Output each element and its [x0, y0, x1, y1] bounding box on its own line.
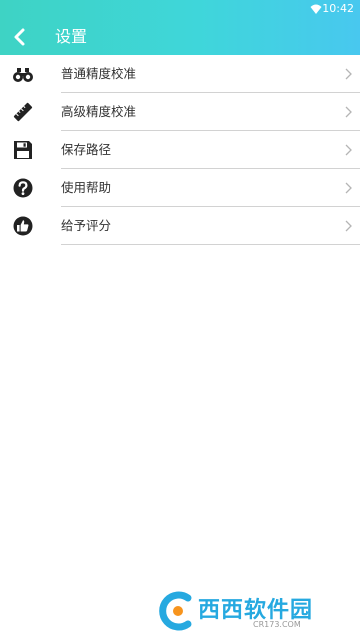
save-icon: [14, 141, 32, 159]
wifi-icon: [310, 4, 322, 14]
settings-item-normal-calibration[interactable]: 普通精度校准: [0, 55, 360, 93]
settings-item-label: 使用帮助: [61, 180, 112, 195]
status-bar: 10:42: [0, 0, 360, 18]
watermark: 西西软件园 CR173.COM: [158, 588, 340, 636]
divider: [61, 244, 360, 245]
settings-item-label: 保存路径: [61, 142, 112, 157]
help-icon: [13, 178, 33, 198]
app-header: 10:42 设置: [0, 0, 360, 55]
back-arrow-icon[interactable]: [10, 27, 30, 47]
watermark-logo-icon: [159, 591, 192, 631]
page-title: 设置: [55, 27, 88, 46]
chevron-right-icon: [345, 68, 352, 80]
settings-item-advanced-calibration[interactable]: 高级精度校准: [0, 93, 360, 131]
settings-item-label: 高级精度校准: [61, 104, 137, 119]
settings-item-rate[interactable]: 给予评分: [0, 207, 360, 245]
binoculars-icon: [13, 68, 33, 82]
watermark-subtext: CR173.COM: [253, 620, 301, 629]
settings-item-label: 给予评分: [61, 218, 112, 233]
chevron-right-icon: [345, 106, 352, 118]
settings-list: 普通精度校准 高级精度校准 保存路径 使用帮助 给予评分: [0, 55, 360, 245]
ruler-icon: [13, 102, 33, 122]
status-time: 10:42: [322, 2, 354, 15]
settings-item-save-path[interactable]: 保存路径: [0, 131, 360, 169]
settings-item-help[interactable]: 使用帮助: [0, 169, 360, 207]
settings-item-label: 普通精度校准: [61, 66, 137, 81]
chevron-right-icon: [345, 182, 352, 194]
chevron-right-icon: [345, 144, 352, 156]
chevron-right-icon: [345, 220, 352, 232]
thumbs-up-icon: [13, 216, 33, 236]
